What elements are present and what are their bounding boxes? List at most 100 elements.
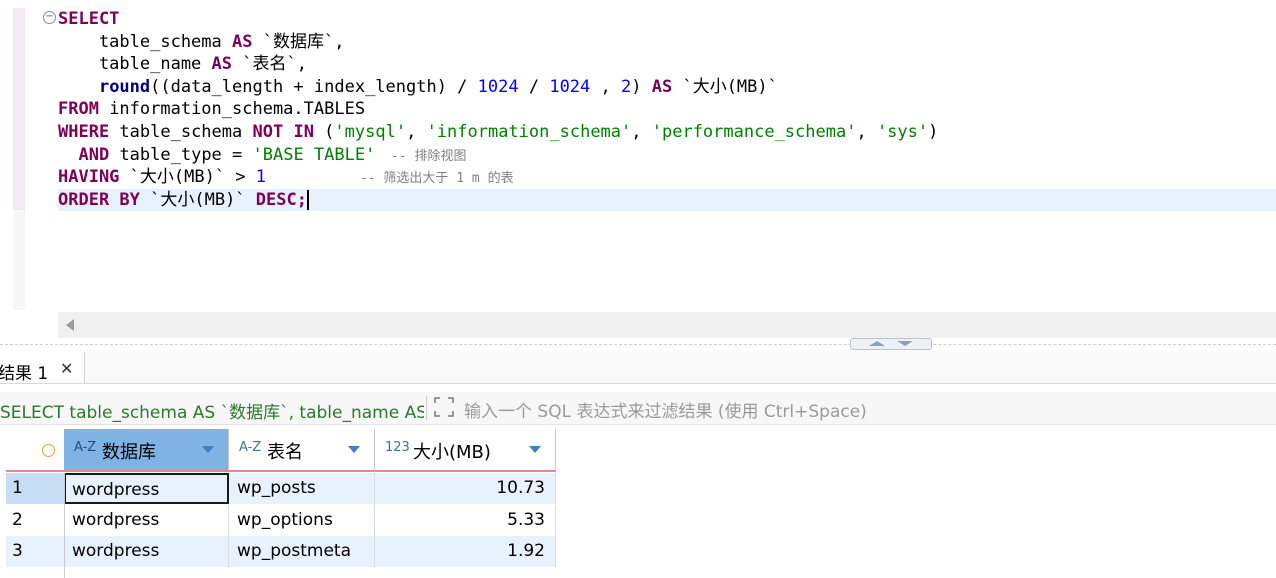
code-token: IN	[293, 121, 314, 142]
code-token: table_name	[58, 54, 212, 75]
table-row[interactable]: 2 wordpress wp_options 5.33	[6, 504, 556, 536]
code-comment: -- 筛选出大于 1 m 的表	[266, 171, 514, 187]
row-number[interactable]: 2	[12, 510, 23, 530]
code-line[interactable]: AND table_type = 'BASE TABLE' -- 排除视图	[58, 144, 1276, 167]
results-tabbar: 结果 1 ✕	[0, 351, 1276, 384]
code-token: round	[98, 76, 151, 97]
code-token: 'sys'	[876, 121, 929, 142]
code-token: ,	[406, 121, 427, 142]
code-line[interactable]: round((data_length + index_length) / 102…	[58, 76, 1276, 99]
code-token: /	[518, 76, 550, 97]
splitter-line	[0, 344, 1276, 345]
code-token: 1	[255, 167, 267, 188]
fold-toggle-icon[interactable]: −	[43, 11, 56, 24]
column-type-icon: 123	[385, 440, 410, 455]
code-token: `大小(MB)`	[139, 189, 256, 210]
row-number[interactable]: 3	[12, 541, 23, 561]
code-token: AS	[232, 31, 253, 52]
table-cell[interactable]: wp_postmeta	[229, 536, 375, 567]
tab-result-1[interactable]: 结果 1 ✕	[0, 351, 85, 384]
code-token: 1024	[549, 76, 591, 97]
code-token: )	[928, 121, 939, 142]
code-token: `大小(MB)`	[672, 76, 778, 97]
splitter-handle[interactable]	[850, 338, 932, 350]
code-token: information_schema.TABLES	[98, 99, 366, 120]
table-cell[interactable]: wordpress	[64, 473, 229, 504]
table-cell[interactable]: wordpress	[64, 504, 229, 536]
cell-value: wp_posts	[237, 478, 316, 498]
table-row[interactable]: 1 wordpress wp_posts 10.73	[6, 473, 556, 504]
scroll-left-icon[interactable]	[66, 319, 74, 331]
code-token: table_schema	[58, 31, 232, 52]
row-header-divider	[64, 473, 65, 578]
code-token: (	[313, 121, 335, 142]
column-header[interactable]: 123 大小(MB)	[375, 429, 556, 472]
code-line[interactable]: HAVING `大小(MB)` > 1 -- 筛选出大于 1 m 的表	[58, 166, 1276, 189]
chevron-down-icon[interactable]	[202, 446, 214, 453]
code-token: 'BASE TABLE'	[252, 144, 376, 165]
code-token: HAVING	[58, 167, 120, 188]
code-token: AS	[211, 54, 233, 75]
chevron-down-icon[interactable]	[529, 446, 541, 453]
code-token: AND	[78, 144, 110, 165]
editor-lines[interactable]: SELECT table_schema AS `数据库`, table_name…	[58, 8, 1276, 212]
close-icon[interactable]: ✕	[60, 359, 73, 379]
maximize-editor-icon[interactable]	[869, 341, 885, 346]
divider	[426, 396, 427, 420]
editor-gutter	[13, 8, 25, 210]
cell-value: 10.73	[496, 478, 545, 498]
column-type-icon: A-Z	[239, 440, 262, 455]
chevron-down-icon[interactable]	[348, 446, 360, 453]
code-token: `表名`,	[232, 54, 307, 75]
cell-value: wp_postmeta	[237, 541, 352, 561]
cell-value: wp_options	[237, 509, 333, 530]
code-token: 1024	[477, 76, 519, 97]
code-token: `数据库`,	[252, 31, 345, 52]
column-type-icon: A-Z	[74, 440, 97, 455]
code-line[interactable]: WHERE table_schema NOT IN ('mysql', 'inf…	[58, 121, 1276, 144]
table-cell[interactable]: wordpress	[64, 536, 229, 567]
editor-gutter-lower	[13, 210, 25, 310]
code-line[interactable]: table_name AS `表名`,	[58, 53, 1276, 76]
filter-input[interactable]: 输入一个 SQL 表达式来过滤结果 (使用 Ctrl+Space)	[464, 397, 867, 422]
code-token: ((data_length + index_length) /	[150, 76, 478, 97]
code-line[interactable]: FROM information_schema.TABLES	[58, 98, 1276, 121]
grid-corner	[6, 429, 64, 472]
sql-editor[interactable]: − SELECT table_schema AS `数据库`, table_na…	[0, 0, 1276, 340]
pane-splitter[interactable]	[0, 338, 1276, 350]
code-token: )	[631, 76, 652, 97]
horizontal-scrollbar[interactable]	[58, 312, 1276, 338]
maximize-results-icon[interactable]	[897, 341, 913, 346]
code-token: SELECT	[58, 9, 120, 29]
code-token: ,	[856, 121, 877, 142]
column-label: 数据库	[102, 442, 156, 463]
code-token: ,	[631, 121, 652, 142]
table-cell[interactable]: wp_options	[229, 504, 375, 536]
code-token: `大小(MB)` >	[119, 167, 256, 188]
code-line[interactable]: SELECT	[58, 8, 1276, 31]
code-token: DESC;	[255, 189, 307, 210]
table-cell[interactable]: 10.73	[375, 473, 556, 504]
cell-value: wordpress	[72, 480, 160, 500]
table-row[interactable]: 3 wordpress wp_postmeta 1.92	[6, 536, 556, 567]
column-label: 大小(MB)	[413, 442, 491, 463]
code-token: ORDER BY	[58, 189, 140, 210]
code-token: table_type =	[109, 144, 253, 165]
code-token: 'information_schema'	[426, 121, 632, 142]
table-cell[interactable]: 5.33	[375, 504, 556, 536]
code-line[interactable]: ORDER BY `大小(MB)` DESC;	[58, 188, 1276, 212]
table-cell[interactable]: wp_posts	[229, 473, 375, 504]
column-header[interactable]: A-Z 表名	[229, 429, 375, 472]
expand-icon[interactable]	[433, 396, 455, 418]
code-token: WHERE	[58, 121, 110, 142]
query-preview: SELECT table_schema AS `数据库`, table_name…	[0, 403, 424, 423]
table-cell[interactable]: 1.92	[375, 536, 556, 567]
code-token: FROM	[58, 99, 99, 120]
row-number[interactable]: 1	[12, 478, 23, 498]
code-token: AS	[651, 76, 673, 97]
code-token: ,	[590, 76, 621, 97]
code-line[interactable]: table_schema AS `数据库`,	[58, 31, 1276, 54]
column-header[interactable]: A-Z 数据库	[64, 429, 229, 472]
